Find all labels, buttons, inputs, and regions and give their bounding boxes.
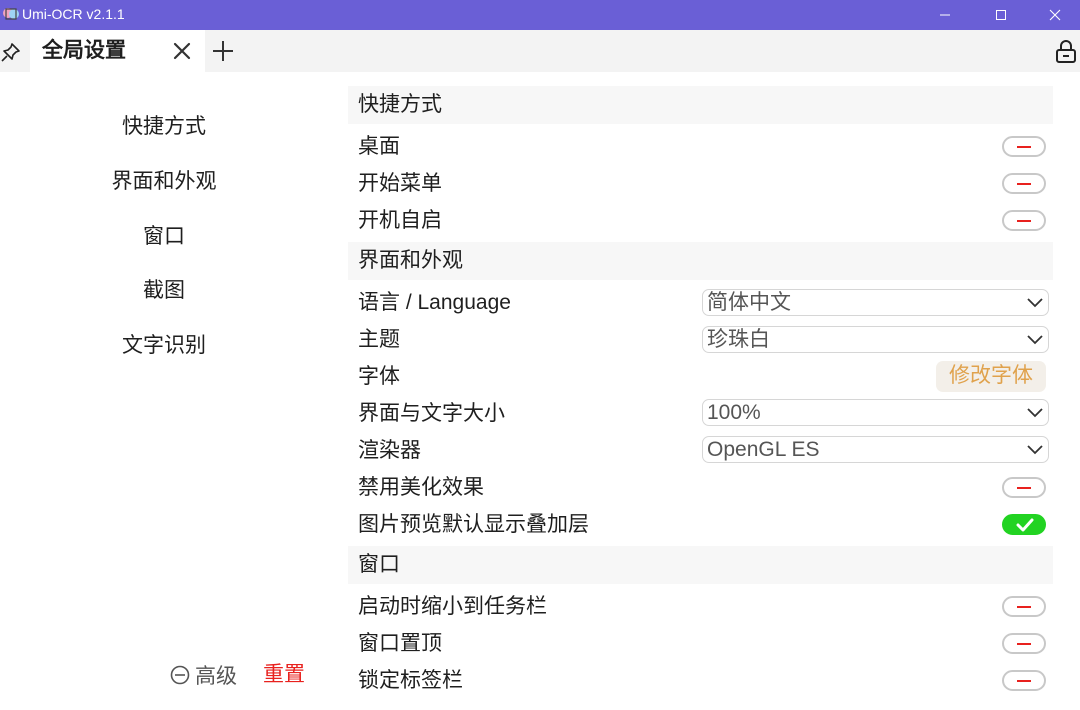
setting-label-desktop: 桌面: [358, 135, 400, 158]
off-mark: [1017, 643, 1031, 645]
setting-label-font: 字体: [358, 365, 400, 388]
setting-label-minimize-on-start: 启动时缩小到任务栏: [358, 595, 547, 618]
toggle-minimize-on-start[interactable]: [1002, 596, 1046, 617]
chevron-down-icon: [1027, 408, 1043, 418]
chevron-down-icon: [1027, 335, 1043, 345]
close-window-button[interactable]: [1028, 0, 1080, 30]
section-title: 界面和外观: [358, 249, 463, 272]
theme-select[interactable]: 珍珠白: [702, 326, 1049, 353]
toggle-lock-tabbar[interactable]: [1002, 670, 1046, 691]
section-title: 快捷方式: [358, 93, 442, 116]
section-header-shortcuts: 快捷方式: [348, 86, 1053, 124]
chevron-down-icon: [1027, 445, 1043, 455]
setting-label-renderer: 渲染器: [358, 439, 421, 462]
setting-label-disable-effects: 禁用美化效果: [358, 476, 484, 499]
setting-label-theme: 主题: [358, 328, 400, 351]
change-font-label: 修改字体: [949, 364, 1033, 387]
toggle-autostart[interactable]: [1002, 210, 1046, 231]
reset-button[interactable]: 重置: [263, 661, 305, 689]
off-mark: [1017, 606, 1031, 608]
theme-value: 珍珠白: [707, 328, 770, 351]
off-mark: [1017, 680, 1031, 682]
scale-value: 100%: [707, 401, 761, 424]
section-header-window: 窗口: [348, 546, 1053, 584]
toggle-start-menu[interactable]: [1002, 173, 1046, 194]
setting-label-overlay: 图片预览默认显示叠加层: [358, 513, 589, 536]
setting-label-scale: 界面与文字大小: [358, 402, 505, 425]
lock-icon[interactable]: [1055, 40, 1077, 64]
sidebar-item-shortcuts[interactable]: 快捷方式: [0, 113, 328, 141]
sidebar-item-screenshot[interactable]: 截图: [0, 277, 328, 305]
setting-label-lock-tabbar: 锁定标签栏: [358, 669, 463, 692]
section-title: 窗口: [358, 553, 400, 576]
off-mark: [1017, 220, 1031, 222]
sidebar-item-ocr[interactable]: 文字识别: [0, 332, 328, 360]
tab-title: 全局设置: [42, 39, 126, 62]
sidebar-item-appearance[interactable]: 界面和外观: [0, 168, 328, 196]
off-mark: [1017, 183, 1031, 185]
language-value: 简体中文: [707, 291, 791, 314]
maximize-button[interactable]: [974, 0, 1028, 30]
toggle-disable-effects[interactable]: [1002, 477, 1046, 498]
tab-global-settings[interactable]: 全局设置: [30, 30, 205, 72]
close-icon: [1049, 9, 1061, 21]
toggle-overlay[interactable]: [1002, 514, 1046, 535]
setting-label-start-menu: 开始菜单: [358, 172, 442, 195]
scale-select[interactable]: 100%: [702, 399, 1049, 426]
language-select[interactable]: 简体中文: [702, 289, 1049, 316]
off-mark: [1017, 146, 1031, 148]
title-bar: Umi-OCR v2.1.1: [0, 0, 1080, 30]
minimize-icon: [940, 14, 950, 16]
app-icon: [3, 8, 19, 20]
close-tab-icon[interactable]: [172, 41, 192, 61]
sidebar-item-window[interactable]: 窗口: [0, 223, 328, 251]
pin-icon[interactable]: [0, 41, 22, 63]
advanced-toggle[interactable]: 高级: [170, 661, 237, 689]
chevron-down-icon: [1027, 298, 1043, 308]
toggle-desktop[interactable]: [1002, 136, 1046, 157]
toggle-always-on-top[interactable]: [1002, 633, 1046, 654]
renderer-select[interactable]: OpenGL ES: [702, 436, 1049, 463]
advanced-label: 高级: [195, 665, 237, 688]
setting-label-always-on-top: 窗口置顶: [358, 632, 442, 655]
window-title: Umi-OCR v2.1.1: [22, 6, 125, 22]
minimize-button[interactable]: [918, 0, 972, 30]
renderer-value: OpenGL ES: [707, 438, 820, 461]
setting-label-language: 语言 / Language: [358, 291, 511, 314]
maximize-icon: [996, 10, 1006, 20]
add-tab-icon[interactable]: [212, 40, 234, 62]
minus-circle-icon: [170, 665, 190, 685]
change-font-button[interactable]: 修改字体: [936, 361, 1046, 392]
setting-label-autostart: 开机自启: [358, 209, 442, 232]
section-header-appearance: 界面和外观: [348, 242, 1053, 280]
off-mark: [1017, 487, 1031, 489]
checkmark-icon: [1016, 518, 1034, 532]
tab-bar: 全局设置: [0, 30, 1080, 72]
